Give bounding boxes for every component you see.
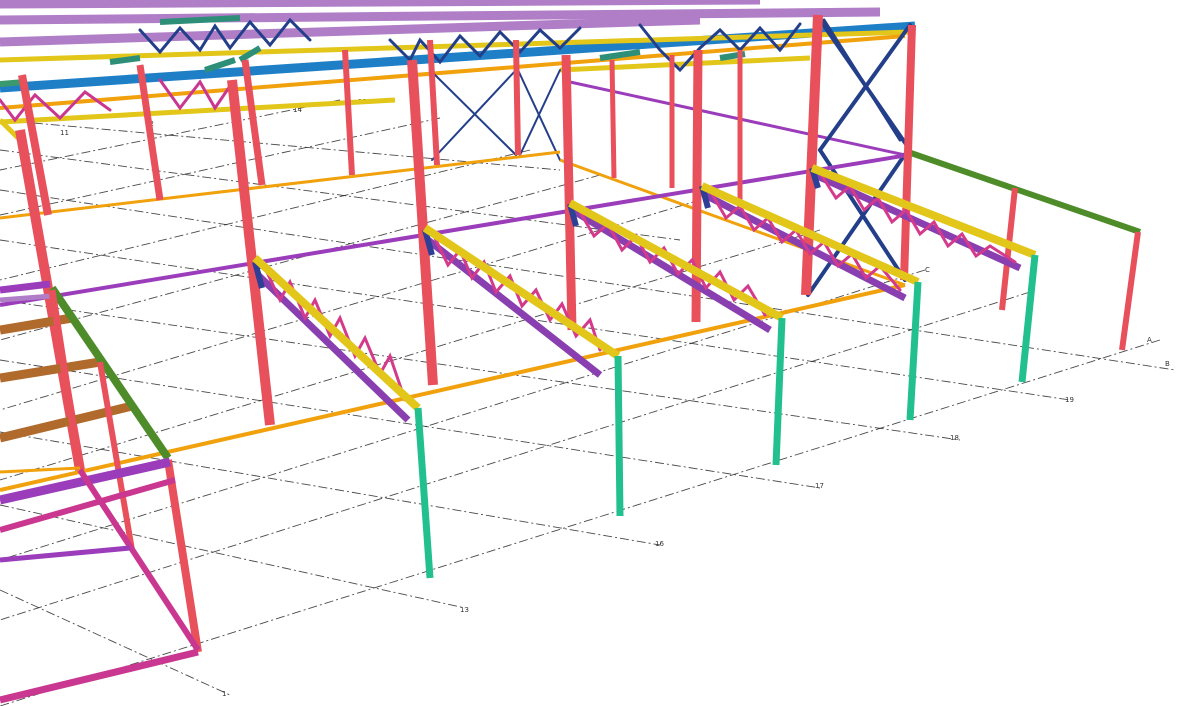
- grid-label-axis-19: 19: [1065, 396, 1074, 404]
- truss-top-chord[interactable]: [252, 255, 421, 411]
- truss[interactable]: [809, 164, 1039, 383]
- column-extension[interactable]: [906, 281, 922, 421]
- end-frame-beam[interactable]: [0, 466, 81, 474]
- cross-brace[interactable]: [519, 69, 561, 156]
- column[interactable]: [241, 59, 266, 186]
- column[interactable]: [609, 59, 617, 179]
- roof-purlin[interactable]: [0, 0, 761, 9]
- model-viewport[interactable]: A B C D 1 11 12 13 14 15 16 17 18 19: [0, 0, 1200, 706]
- eave-beam[interactable]: [0, 283, 906, 492]
- grid-label-axis-11: 11: [60, 129, 69, 137]
- column-extension[interactable]: [414, 407, 434, 579]
- grid-label-axis-1: 1: [222, 690, 226, 698]
- column[interactable]: [513, 39, 521, 156]
- column-extension[interactable]: [1018, 254, 1039, 383]
- roof-purlin[interactable]: [0, 7, 881, 25]
- grid-line: [0, 149, 681, 241]
- column[interactable]: [227, 79, 275, 426]
- truss[interactable]: [567, 199, 786, 466]
- grid-label-axis-13: 13: [460, 606, 469, 614]
- column-extension[interactable]: [614, 355, 624, 517]
- grid-line: [0, 504, 466, 609]
- column[interactable]: [342, 49, 355, 176]
- column-extension[interactable]: [772, 317, 786, 466]
- cantilever-trusses[interactable]: [252, 164, 1039, 579]
- roof-brace-green[interactable]: [109, 55, 141, 65]
- end-frame-beam[interactable]: [0, 477, 176, 533]
- grid-label-axis-18: 18: [950, 434, 959, 442]
- column[interactable]: [561, 54, 577, 331]
- eave-beam[interactable]: [0, 150, 561, 220]
- end-frame[interactable]: [0, 280, 202, 704]
- end-frame-beam[interactable]: [0, 648, 199, 704]
- column[interactable]: [407, 59, 438, 386]
- grid-label-axis-16: 16: [655, 540, 664, 548]
- structural-3d-model[interactable]: A B C D 1 11 12 13 14 15 16 17 18 19: [0, 0, 1200, 706]
- grid-label-b: B: [1165, 360, 1170, 368]
- column[interactable]: [900, 24, 916, 281]
- truss-top-chord[interactable]: [422, 224, 621, 360]
- column[interactable]: [691, 49, 703, 323]
- purlin-purple[interactable]: [0, 280, 51, 294]
- column[interactable]: [1119, 231, 1141, 351]
- purlin-brown[interactable]: [0, 357, 101, 383]
- grid-label-c: C: [925, 266, 930, 274]
- grid-label-axis-17: 17: [815, 482, 824, 490]
- grid-label-a: A: [1147, 336, 1152, 344]
- roof-purlin-green[interactable]: [159, 15, 241, 25]
- grid-line: [0, 431, 661, 546]
